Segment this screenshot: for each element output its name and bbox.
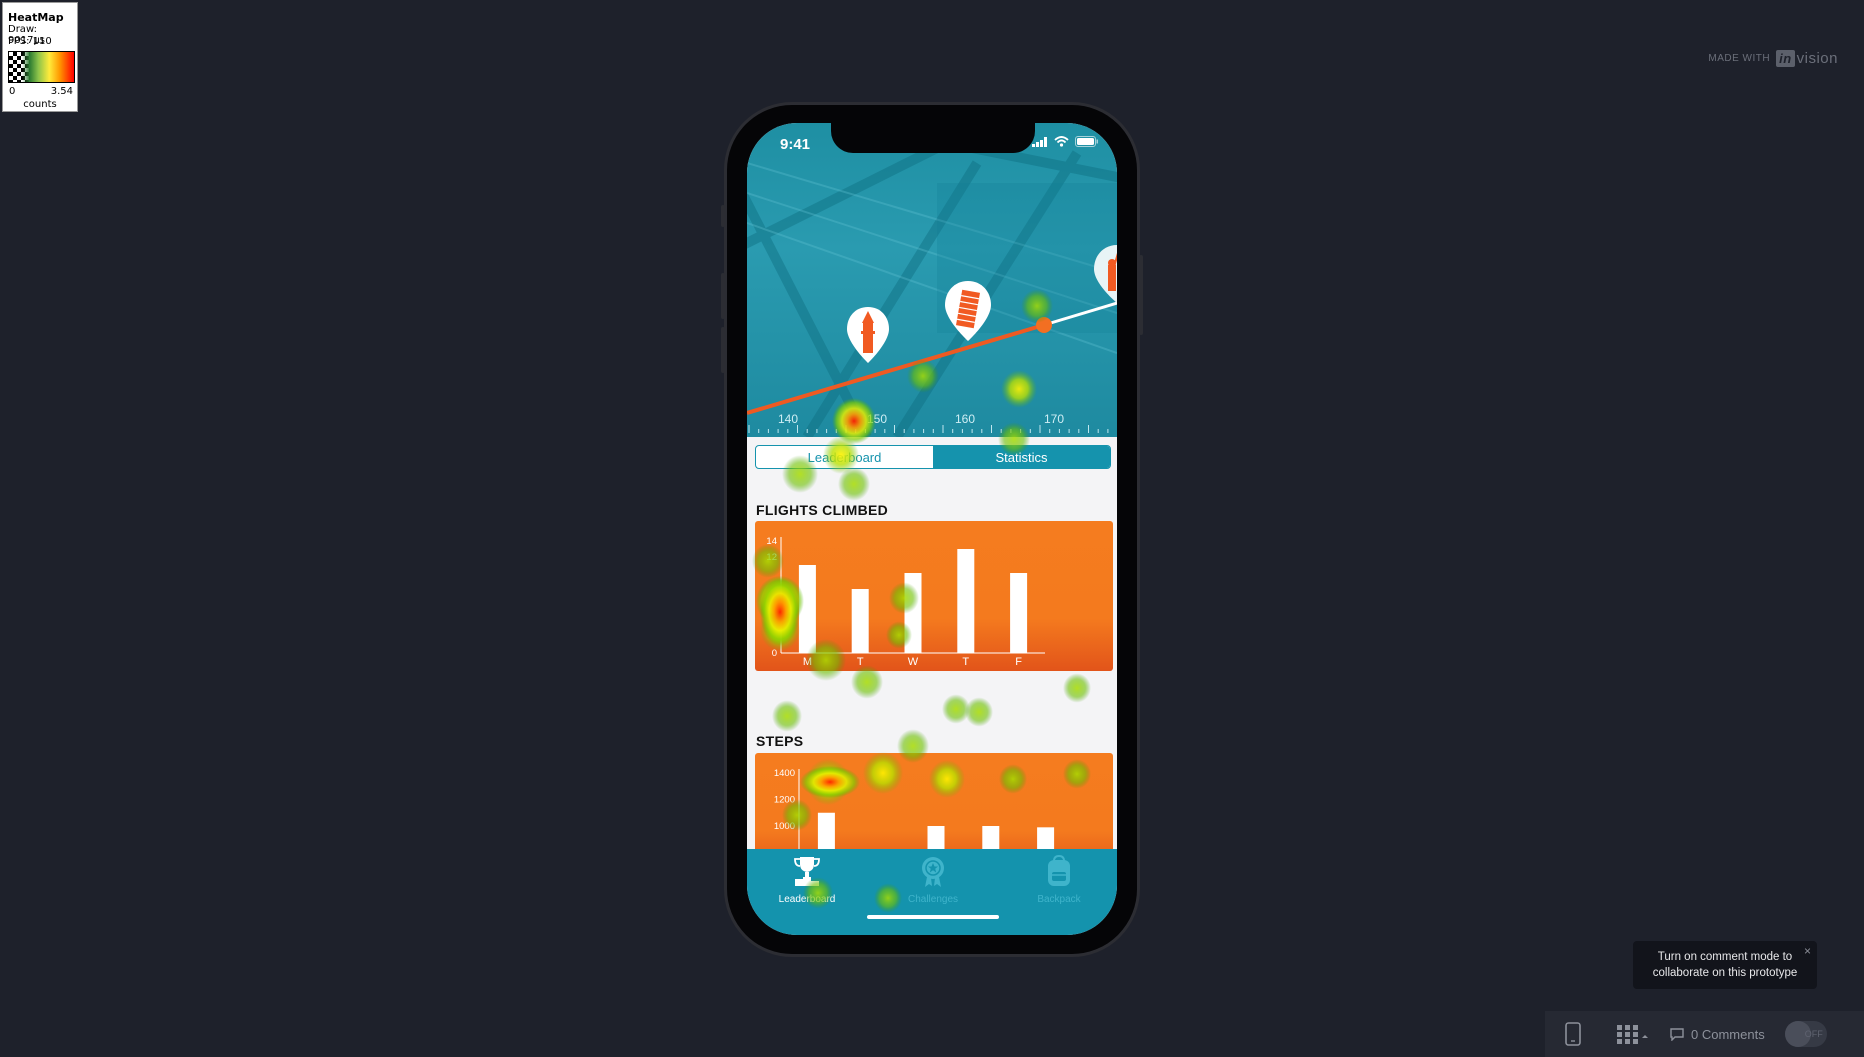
- bottom-tab-bar: Leaderboard Challenges Backpack: [747, 849, 1117, 935]
- made-with-invision[interactable]: MADE WITH in vision: [1708, 50, 1838, 67]
- phone-device-icon: [1565, 1022, 1581, 1046]
- flights-climbed-title: FLIGHTS CLIMBED: [756, 502, 889, 518]
- heatmap-max: 3.54: [50, 86, 73, 97]
- comment-tooltip-text: Turn on comment mode to collaborate on t…: [1652, 951, 1798, 979]
- landmark-pin-liberty[interactable]: [1092, 243, 1117, 303]
- volume-up-button: [721, 273, 725, 319]
- bar: [957, 549, 975, 653]
- tab-challenges[interactable]: Challenges: [893, 855, 973, 905]
- prototype-toolbar: 0 Comments OFF: [1545, 1011, 1864, 1057]
- device-toggle-button[interactable]: [1565, 1022, 1581, 1046]
- landmark-pin-tower[interactable]: [845, 305, 891, 365]
- distance-tick: 160: [955, 412, 976, 426]
- comment-mode-toggle[interactable]: OFF: [1784, 1021, 1827, 1047]
- heatmap-title: HeatMap: [8, 11, 64, 24]
- x-tick-label: M: [803, 656, 812, 668]
- tab-backpack-label: Backpack: [1037, 894, 1081, 905]
- volume-down-button: [721, 327, 725, 373]
- wifi-icon: [1054, 136, 1069, 147]
- distance-tick: 140: [778, 412, 799, 426]
- tab-challenges-label: Challenges: [907, 894, 959, 905]
- steps-title: STEPS: [756, 733, 804, 749]
- phone-screen: 140 150 160 170 9:41 Leaderboard Statist…: [747, 123, 1117, 935]
- distance-tick: 150: [867, 412, 888, 426]
- bar: [798, 565, 816, 653]
- x-tick-label: T: [962, 656, 969, 668]
- toggle-state-label: OFF: [1804, 1029, 1823, 1039]
- trophy-icon: [794, 857, 820, 886]
- heatmap-color-scale: [8, 51, 75, 83]
- invision-logo: in: [1776, 50, 1795, 67]
- grid-icon: [1617, 1025, 1648, 1044]
- comment-bubble-icon: [1670, 1028, 1684, 1041]
- home-indicator[interactable]: [867, 915, 999, 919]
- tab-leaderboard-label: Leaderboard: [778, 894, 836, 905]
- screens-menu-button[interactable]: [1617, 1024, 1649, 1044]
- heatmap-min: 0: [9, 86, 16, 97]
- y-tick-label: 1000: [774, 821, 795, 832]
- distance-tick: 170: [1044, 412, 1065, 426]
- y-tick-label: 14: [766, 536, 777, 547]
- mute-switch: [721, 205, 725, 227]
- flights-climbed-chart: 0 12 14 M T W T F: [755, 521, 1113, 671]
- y-tick-label: 0: [772, 648, 777, 659]
- comments-count: 0 Comments: [1691, 1026, 1765, 1042]
- tab-leaderboard[interactable]: Leaderboard: [767, 855, 847, 905]
- comment-mode-tooltip: Turn on comment mode to collaborate on t…: [1633, 941, 1817, 989]
- backpack-icon: [1048, 854, 1070, 886]
- signal-icon: [1032, 136, 1047, 147]
- y-tick-label: 1400: [774, 768, 795, 779]
- status-time: 9:41: [780, 136, 811, 153]
- comments-button[interactable]: 0 Comments: [1669, 1027, 1765, 1042]
- tab-backpack[interactable]: Backpack: [1019, 854, 1099, 905]
- y-tick-label: 1200: [774, 795, 795, 806]
- medal-icon: [922, 857, 944, 887]
- x-tick-label: F: [1015, 656, 1022, 668]
- heatmap-legend: HeatMap Draw: 9017µs FPS: 110 0 3.54 cou…: [2, 2, 78, 112]
- notch: [831, 123, 1035, 153]
- heatmap-unit: counts: [23, 99, 57, 110]
- journey-map[interactable]: 140 150 160 170 9:41: [747, 123, 1117, 437]
- y-tick-label: 12: [766, 552, 777, 563]
- power-button: [1139, 255, 1143, 335]
- close-icon[interactable]: ×: [1804, 943, 1811, 959]
- battery-icon: [1075, 136, 1098, 147]
- distance-axis: 140 150 160 170: [747, 412, 1117, 437]
- tab-leaderboard-segment[interactable]: Leaderboard: [756, 446, 933, 468]
- bar: [851, 589, 869, 653]
- heatmap-fps: FPS: 110: [8, 36, 52, 47]
- made-with-label: MADE WITH: [1708, 53, 1771, 64]
- tab-statistics-segment[interactable]: Statistics: [933, 446, 1110, 468]
- bar: [904, 573, 922, 653]
- progress-line: [747, 323, 1045, 415]
- segmented-control: Leaderboard Statistics: [755, 445, 1111, 469]
- bridge-background: [747, 137, 1117, 437]
- phone-frame: 140 150 160 170 9:41 Leaderboard Statist…: [721, 102, 1143, 957]
- flights-chart-svg: 0 12 14 M T W T F: [766, 536, 1045, 668]
- current-position-marker: [1036, 317, 1052, 333]
- x-tick-label: W: [908, 656, 919, 668]
- invision-wordmark: vision: [1796, 50, 1838, 67]
- landmark-pin-pisa[interactable]: [943, 279, 993, 343]
- x-tick-label: T: [857, 656, 864, 668]
- status-icons: [1032, 136, 1099, 147]
- bar: [1010, 573, 1028, 653]
